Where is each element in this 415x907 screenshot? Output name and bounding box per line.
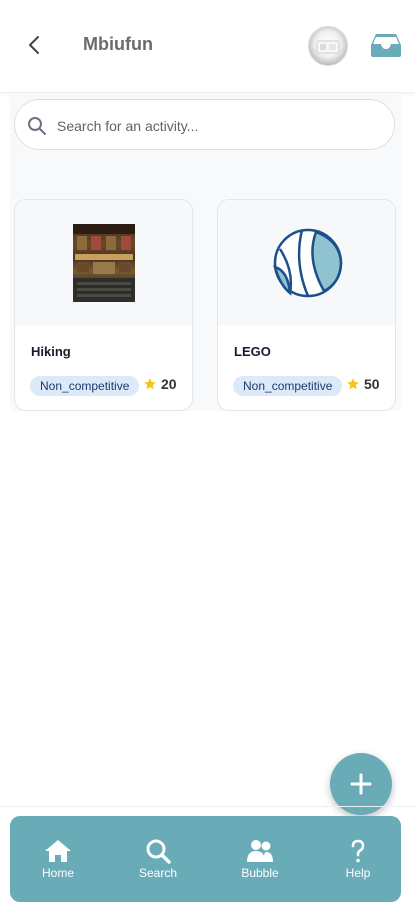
star-icon: [347, 378, 359, 390]
avatar-image: [316, 40, 340, 54]
activity-name: LEGO: [234, 344, 271, 359]
app-screen: Mbiufun Search for an activity... Hiking…: [0, 0, 415, 907]
search-icon: [146, 839, 171, 864]
divider: [0, 806, 415, 807]
nav-item-help[interactable]: Help: [323, 838, 393, 882]
activity-tag: Non_competitive: [233, 376, 343, 396]
search-input[interactable]: [55, 112, 389, 140]
users-icon: [247, 840, 273, 862]
activity-image-area: [218, 200, 395, 325]
activity-name: Hiking: [31, 344, 71, 359]
chevron-left-icon: [29, 36, 39, 54]
activity-list-area: Hiking Non_competitive 20 LEGO Non_compe…: [10, 93, 401, 411]
activity-card-hiking[interactable]: Hiking Non_competitive 20: [14, 199, 193, 411]
nav-label: Search: [138, 866, 178, 880]
nav-label: Home: [41, 866, 74, 880]
search-bar[interactable]: [14, 99, 395, 150]
star-icon: [144, 378, 156, 390]
nav-item-search[interactable]: Search: [123, 838, 193, 882]
question-icon: [351, 839, 365, 863]
bottom-navigation: Home Search Bubble Help: [10, 816, 401, 902]
avatar[interactable]: [308, 26, 348, 66]
activity-points: 20: [161, 376, 177, 392]
home-icon: [45, 840, 71, 862]
theater-photo: [73, 224, 135, 302]
activity-tag: Non_competitive: [30, 376, 140, 396]
activity-image-area: [15, 200, 192, 325]
nav-item-bubble[interactable]: Bubble: [225, 838, 295, 882]
inbox-button[interactable]: [370, 32, 402, 58]
page-title: Mbiufun: [83, 34, 153, 54]
back-button[interactable]: [22, 30, 48, 60]
top-app-bar: Mbiufun: [0, 0, 415, 93]
nav-item-home[interactable]: Home: [23, 838, 93, 882]
inbox-tray-icon: [371, 34, 401, 57]
search-icon: [28, 117, 46, 135]
nav-label: Bubble: [241, 866, 279, 880]
activity-points: 50: [364, 376, 380, 392]
nav-label: Help: [345, 866, 371, 880]
ball-icon: [273, 228, 343, 298]
activity-card-lego[interactable]: LEGO Non_competitive 50: [217, 199, 396, 411]
